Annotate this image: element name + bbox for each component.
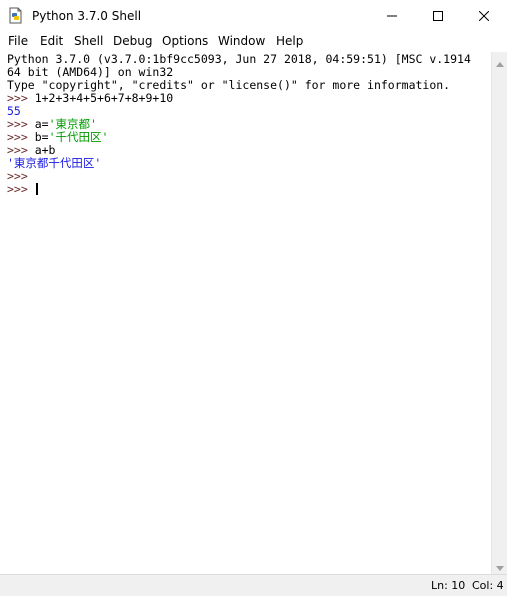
shell-prompt: >>> (7, 130, 35, 144)
shell-command: b= (34, 130, 49, 144)
shell-command: a+b (34, 143, 56, 157)
menu-help[interactable]: Help (275, 33, 304, 49)
shell-prompt: >>> (7, 182, 35, 196)
close-icon (479, 11, 489, 21)
minimize-icon (387, 15, 397, 17)
menu-shell[interactable]: Shell (73, 33, 104, 49)
string-literal: '東京都' (48, 117, 97, 131)
shell-prompt: >>> (7, 143, 35, 157)
status-line-number: Ln: 10 (431, 579, 466, 592)
window-title: Python 3.7.0 Shell (32, 9, 142, 23)
shell-command: 1+2+3+4+5+6+7+8+9+10 (34, 91, 174, 105)
menu-edit[interactable]: Edit (39, 33, 64, 49)
scroll-up-icon[interactable] (496, 56, 504, 70)
menu-file[interactable]: File (7, 33, 29, 49)
shell-input-line[interactable]: >>> (7, 183, 38, 196)
python-idle-icon (8, 7, 24, 24)
shell-command: a= (34, 117, 49, 131)
shell-text-area[interactable]: Python 3.7.0 (v3.7.0:1bf9cc5093, Jun 27 … (1, 52, 491, 574)
text-cursor (35, 183, 38, 195)
minimize-button[interactable] (369, 0, 415, 32)
maximize-icon (433, 11, 443, 21)
title-bar[interactable]: Python 3.7.0 Shell (0, 0, 507, 32)
menu-options[interactable]: Options (161, 33, 209, 49)
menu-debug[interactable]: Debug (112, 33, 153, 49)
menu-window[interactable]: Window (217, 33, 266, 49)
vertical-scrollbar[interactable] (491, 52, 507, 574)
status-column-number: Col: 4 (472, 579, 504, 592)
close-button[interactable] (461, 0, 507, 32)
scroll-down-icon[interactable] (496, 560, 504, 574)
shell-prompt: >>> (7, 117, 35, 131)
status-bar: Ln: 10 Col: 4 (0, 574, 507, 596)
shell-input-line: >>> 1+2+3+4+5+6+7+8+9+10 (7, 92, 173, 105)
shell-prompt: >>> (7, 91, 35, 105)
string-literal: '千代田区' (48, 130, 109, 144)
maximize-button[interactable] (415, 0, 461, 32)
menu-bar: File Edit Shell Debug Options Window Hel… (0, 32, 507, 51)
